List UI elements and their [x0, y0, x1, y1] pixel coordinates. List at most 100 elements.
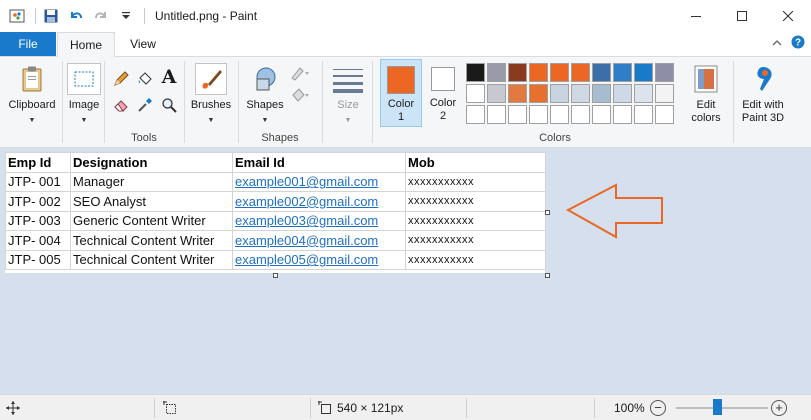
palette-color-swatch[interactable] [655, 105, 674, 124]
palette-color-swatch[interactable] [613, 84, 632, 103]
customize-qat-button[interactable] [115, 5, 137, 27]
fill-bucket-icon[interactable] [135, 69, 155, 89]
image-label: Image [68, 99, 100, 111]
magnifier-icon[interactable] [159, 95, 179, 115]
shapes-button[interactable]: Shapes ▼ [244, 61, 286, 127]
help-icon[interactable]: ? [791, 35, 805, 52]
tab-file[interactable]: File [0, 32, 56, 56]
palette-color-swatch[interactable] [508, 84, 527, 103]
palette-color-swatch[interactable] [508, 63, 527, 82]
shapes-group-label: Shapes [261, 132, 299, 144]
palette-color-swatch[interactable] [550, 105, 569, 124]
designation-cell: SEO Analyst [70, 191, 233, 212]
qat-separator [144, 8, 145, 24]
fill-icon[interactable] [290, 85, 310, 105]
paint-app-icon[interactable] [6, 5, 28, 27]
text-tool-icon[interactable]: A [159, 66, 179, 88]
designation-cell: Generic Content Writer [70, 210, 233, 231]
canvas-workspace[interactable]: Emp Id Designation Email Id Mob JTP- 001… [0, 148, 811, 394]
color-1-button[interactable]: Color 1 [380, 59, 422, 127]
color-1-label: Color [387, 98, 415, 110]
pencil-icon[interactable] [111, 69, 131, 89]
tab-home[interactable]: Home [57, 32, 115, 57]
qat-separator [35, 8, 36, 24]
group-divider [184, 61, 185, 143]
image-button[interactable]: Image ▼ [66, 61, 102, 127]
color-2-swatch [431, 67, 455, 91]
palette-color-swatch[interactable] [571, 63, 590, 82]
palette-color-swatch[interactable] [634, 84, 653, 103]
window-controls [673, 0, 811, 32]
maximize-icon [737, 11, 747, 21]
palette-color-swatch[interactable] [487, 105, 506, 124]
brushes-button[interactable]: Brushes ▼ [188, 61, 234, 127]
resize-handle-right[interactable] [545, 210, 550, 215]
emp-id-cell: JTP- 005 [5, 249, 71, 270]
redo-icon[interactable] [90, 5, 112, 27]
palette-color-swatch[interactable] [466, 84, 485, 103]
tab-view[interactable]: View [115, 32, 171, 56]
emp-id-cell: JTP- 004 [5, 230, 71, 251]
palette-color-swatch[interactable] [592, 63, 611, 82]
palette-color-swatch[interactable] [487, 63, 506, 82]
palette-color-swatch[interactable] [571, 105, 590, 124]
table-row: JTP- 004 Technical Content Writer exampl… [5, 230, 546, 251]
edit-with-paint-3d-button[interactable]: Edit with Paint 3D [737, 61, 789, 125]
palette-color-swatch[interactable] [655, 63, 674, 82]
resize-handle-bottom[interactable] [273, 273, 278, 278]
image-size-text: 540 × 121px [337, 401, 404, 415]
select-icon [67, 63, 101, 95]
palette-color-swatch[interactable] [613, 105, 632, 124]
shapes-icon [249, 63, 281, 95]
close-button[interactable] [765, 0, 811, 32]
designation-cell: Technical Content Writer [70, 230, 233, 251]
zoom-out-button[interactable]: − [650, 400, 666, 416]
maximize-button[interactable] [719, 0, 765, 32]
image-canvas[interactable]: Emp Id Designation Email Id Mob JTP- 001… [5, 152, 546, 273]
size-label: Size [337, 99, 359, 111]
status-separator [594, 398, 595, 418]
palette-color-swatch[interactable] [466, 63, 485, 82]
annotation-arrow [566, 183, 663, 239]
save-icon[interactable] [40, 5, 62, 27]
group-divider [733, 61, 734, 143]
color-spectrum-icon [690, 63, 722, 95]
palette-color-swatch[interactable] [571, 84, 590, 103]
palette-color-swatch[interactable] [508, 105, 527, 124]
palette-color-swatch[interactable] [634, 63, 653, 82]
palette-color-swatch[interactable] [613, 63, 632, 82]
color-palette [466, 63, 676, 126]
minimize-button[interactable] [673, 0, 719, 32]
color-2-number: 2 [439, 110, 447, 122]
palette-color-swatch[interactable] [592, 84, 611, 103]
zoom-in-button[interactable]: + [771, 400, 787, 416]
edit-colors-button[interactable]: Edit colors [686, 61, 726, 125]
title-bar: Untitled.png - Paint [0, 0, 811, 32]
shapes-label: Shapes [246, 99, 284, 111]
outline-icon[interactable] [290, 63, 310, 83]
zoom-slider-track[interactable] [676, 407, 768, 409]
zoom-slider-thumb[interactable] [713, 399, 722, 415]
clipboard-button[interactable]: Clipboard ▼ [6, 61, 58, 127]
color-picker-icon[interactable] [135, 95, 155, 115]
resize-handle-corner[interactable] [545, 273, 550, 278]
palette-color-swatch[interactable] [529, 63, 548, 82]
palette-color-swatch[interactable] [466, 105, 485, 124]
palette-color-swatch[interactable] [634, 105, 653, 124]
chevron-down-icon: ▼ [261, 117, 269, 124]
undo-icon[interactable] [65, 5, 87, 27]
email-cell: example004@gmail.com [232, 230, 406, 251]
palette-color-swatch[interactable] [487, 84, 506, 103]
eraser-icon[interactable] [111, 95, 131, 115]
clipboard-icon [16, 63, 48, 95]
palette-color-swatch[interactable] [550, 84, 569, 103]
palette-color-swatch[interactable] [529, 84, 548, 103]
palette-color-swatch[interactable] [655, 84, 674, 103]
collapse-ribbon-icon[interactable] [771, 37, 783, 51]
palette-color-swatch[interactable] [550, 63, 569, 82]
color-2-button[interactable]: Color 2 [425, 59, 461, 127]
palette-color-swatch[interactable] [592, 105, 611, 124]
chevron-down-icon: ▼ [80, 117, 88, 124]
size-button[interactable]: Size ▼ [328, 61, 368, 127]
palette-color-swatch[interactable] [529, 105, 548, 124]
